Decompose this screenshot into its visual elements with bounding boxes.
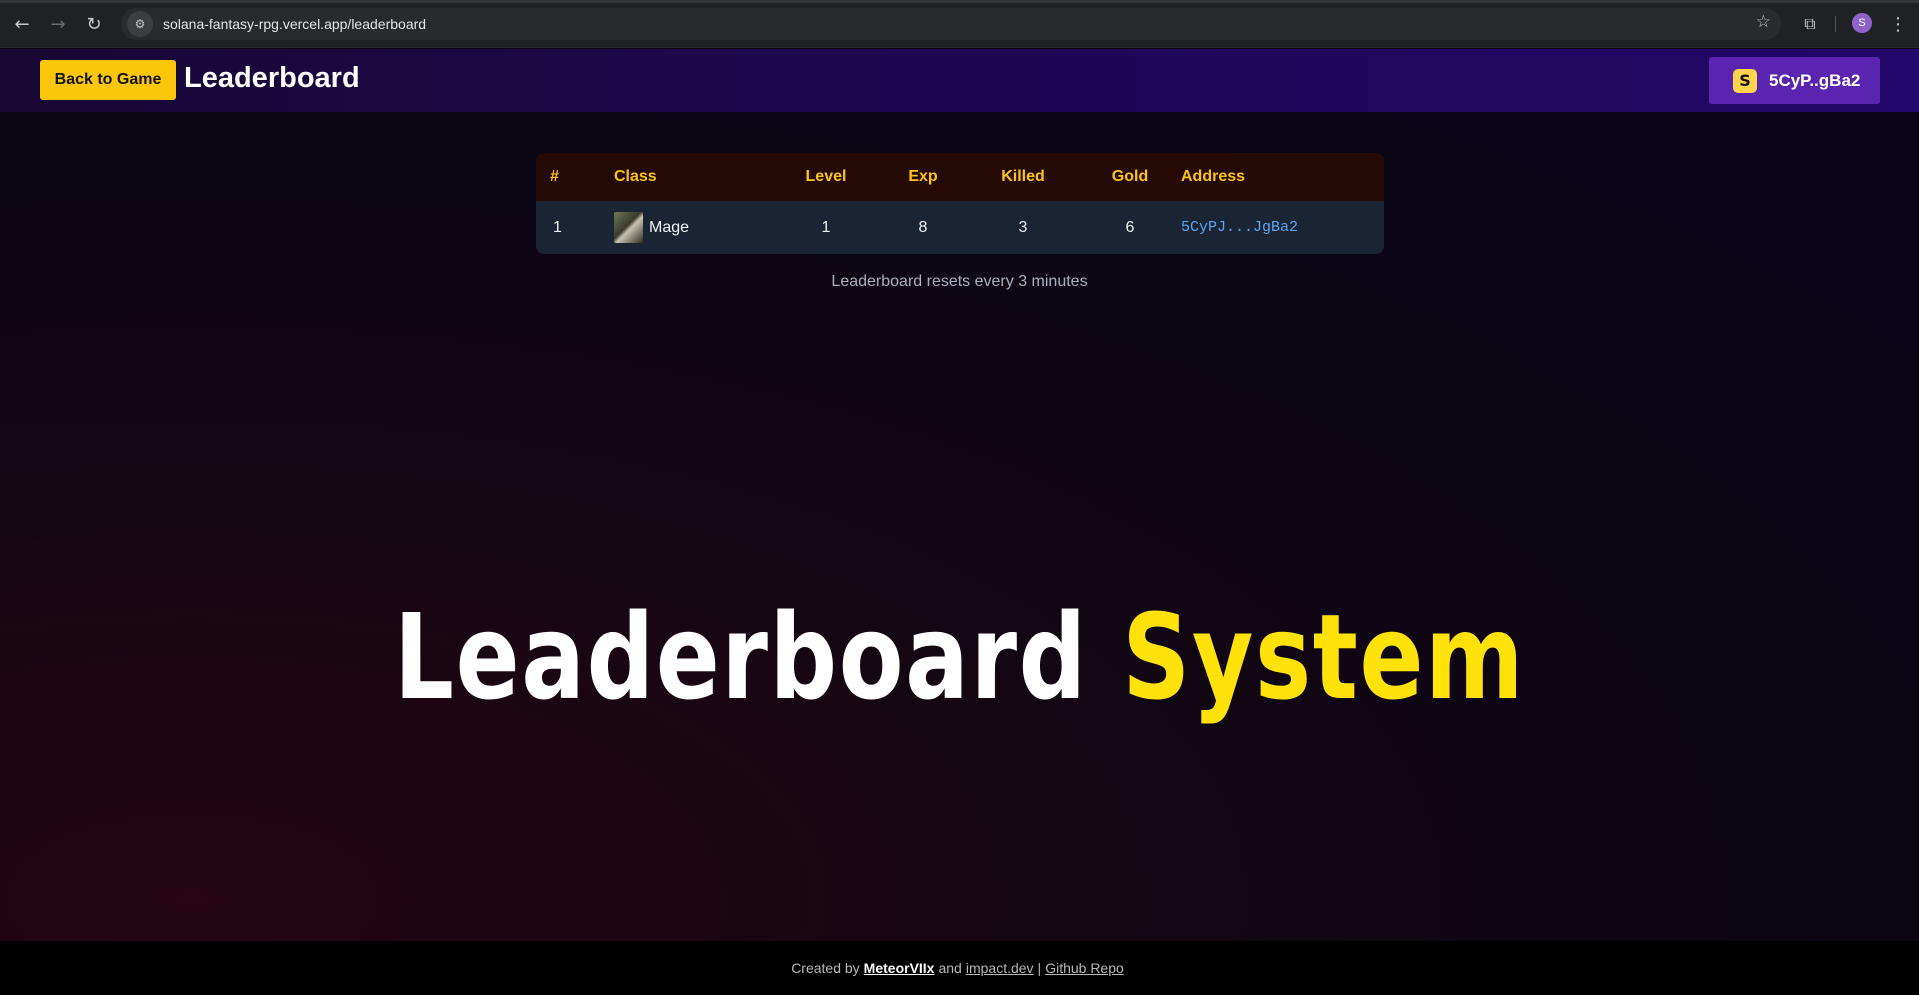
toolbar-divider — [1835, 16, 1836, 32]
class-name: Mage — [649, 218, 690, 236]
footer-separator: | — [1037, 960, 1042, 976]
wallet-button[interactable]: S 5CyP..gBa2 — [1709, 57, 1880, 104]
back-icon[interactable]: ← — [8, 10, 36, 38]
hero-word-system: System — [1122, 588, 1526, 726]
column-header-class: Class — [614, 168, 657, 185]
tab-strip — [0, 0, 1919, 3]
killed-cell: 3 — [1018, 218, 1028, 236]
page-title: Leaderboard — [184, 62, 360, 94]
author-link[interactable]: MeteorVIIx — [864, 960, 935, 976]
footer: Created by MeteorVIIx and impact.dev | G… — [0, 941, 1919, 995]
browser-chrome: ← → ↻ ⚙ solana-fantasy-rpg.vercel.app/le… — [0, 0, 1919, 48]
table-row: 1 Mage 1 8 3 6 5CyPJ...JgBa2 — [536, 201, 1384, 254]
profile-avatar[interactable]: S — [1852, 13, 1872, 33]
gold-cell: 6 — [1125, 218, 1135, 236]
github-repo-link[interactable]: Github Repo — [1045, 960, 1124, 976]
partner-link[interactable]: impact.dev — [966, 960, 1034, 976]
footer-and: and — [938, 960, 962, 976]
main-content: # Class Level Exp Killed Gold Address 1 … — [0, 112, 1919, 941]
menu-icon[interactable]: ⋮ — [1884, 10, 1912, 38]
site-info-icon[interactable]: ⚙ — [127, 11, 153, 37]
column-header-exp: Exp — [908, 168, 938, 185]
wallet-label: 5CyP..gBa2 — [1769, 70, 1861, 90]
app-header: Back to Game Leaderboard S 5CyP..gBa2 — [0, 49, 1919, 112]
forward-icon[interactable]: → — [44, 10, 72, 38]
reset-note: Leaderboard resets every 3 minutes — [831, 273, 1088, 290]
extensions-icon[interactable]: ⧉ — [1796, 10, 1824, 38]
footer-created-by: Created by — [791, 960, 860, 976]
address-link[interactable]: 5CyPJ...JgBa2 — [1181, 219, 1298, 236]
column-header-rank: # — [550, 168, 559, 185]
table-header: # Class Level Exp Killed Gold Address — [536, 153, 1384, 201]
column-header-gold: Gold — [1111, 168, 1149, 185]
leaderboard-table: # Class Level Exp Killed Gold Address 1 … — [536, 153, 1384, 254]
level-cell: 1 — [821, 218, 831, 236]
wallet-icon: S — [1733, 68, 1757, 93]
exp-cell: 8 — [918, 218, 928, 236]
column-header-killed: Killed — [1001, 168, 1045, 185]
reload-icon[interactable]: ↻ — [80, 10, 108, 38]
column-header-address: Address — [1181, 168, 1246, 185]
address-bar[interactable]: ⚙ solana-fantasy-rpg.vercel.app/leaderbo… — [121, 8, 1781, 40]
class-avatar-image — [614, 212, 643, 243]
class-cell: Mage — [614, 201, 689, 254]
hero-word-leaderboard: Leaderboard — [393, 588, 1088, 726]
address-cell: 5CyPJ...JgBa2 — [1181, 201, 1298, 254]
hero-heading: Leaderboard System — [192, 598, 1727, 716]
back-to-game-button[interactable]: Back to Game — [40, 60, 176, 100]
url-text[interactable]: solana-fantasy-rpg.vercel.app/leaderboar… — [163, 16, 426, 32]
star-icon[interactable]: ☆ — [1756, 12, 1771, 32]
rank-cell: 1 — [553, 218, 562, 236]
column-header-level: Level — [805, 168, 847, 185]
